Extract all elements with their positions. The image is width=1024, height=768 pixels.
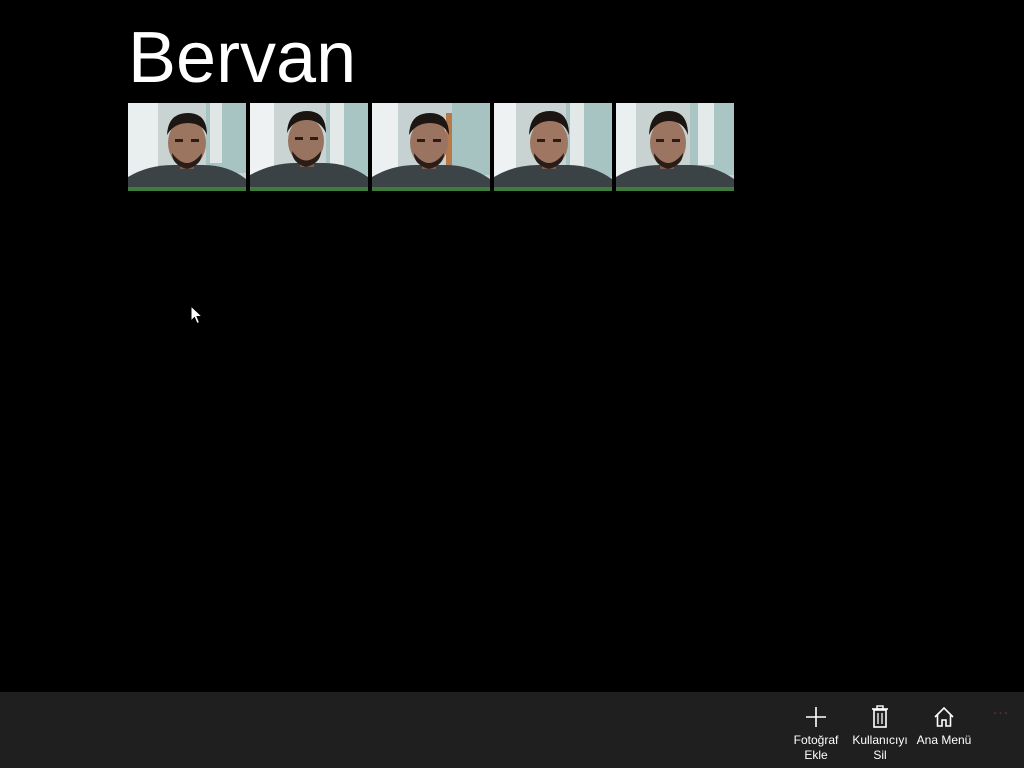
add-photo-label: Fotoğraf Ekle	[784, 733, 848, 763]
more-options-button[interactable]: ···	[986, 692, 1016, 732]
home-menu-label: Ana Menü	[916, 733, 972, 747]
home-menu-button[interactable]: Ana Menü	[912, 692, 976, 768]
delete-user-label-line2: Sil	[873, 748, 887, 762]
home-icon	[931, 704, 957, 730]
delete-user-label: Kullanıcıyı Sil	[848, 733, 912, 763]
photo-thumbnail-4[interactable]	[494, 103, 612, 191]
photo-gallery	[128, 103, 734, 191]
delete-user-button[interactable]: Kullanıcıyı Sil	[848, 692, 912, 768]
bottom-app-bar: Fotoğraf Ekle Kullanıcıyı Sil Ana Menü ·…	[0, 692, 1024, 768]
mouse-cursor-icon	[190, 304, 204, 329]
photo-thumbnail-2[interactable]	[250, 103, 368, 191]
person-photo-icon	[250, 103, 368, 191]
person-photo-icon	[616, 103, 734, 191]
person-photo-icon	[372, 103, 490, 191]
person-photo-icon	[494, 103, 612, 191]
delete-user-label-line1: Kullanıcıyı	[852, 733, 908, 747]
app-page: Bervan Fotoğraf Ekle Kullanıcıyı Sil Ana…	[0, 0, 1024, 768]
photo-thumbnail-1[interactable]	[128, 103, 246, 191]
add-photo-button[interactable]: Fotoğraf Ekle	[784, 692, 848, 768]
photo-thumbnail-5[interactable]	[616, 103, 734, 191]
plus-icon	[803, 704, 829, 730]
trash-icon	[867, 704, 893, 730]
page-title: Bervan	[128, 18, 357, 98]
person-photo-icon	[128, 103, 246, 191]
add-photo-label-line1: Fotoğraf	[793, 733, 839, 747]
photo-thumbnail-3[interactable]	[372, 103, 490, 191]
more-icon: ···	[992, 706, 1010, 722]
add-photo-label-line2: Ekle	[804, 748, 828, 762]
